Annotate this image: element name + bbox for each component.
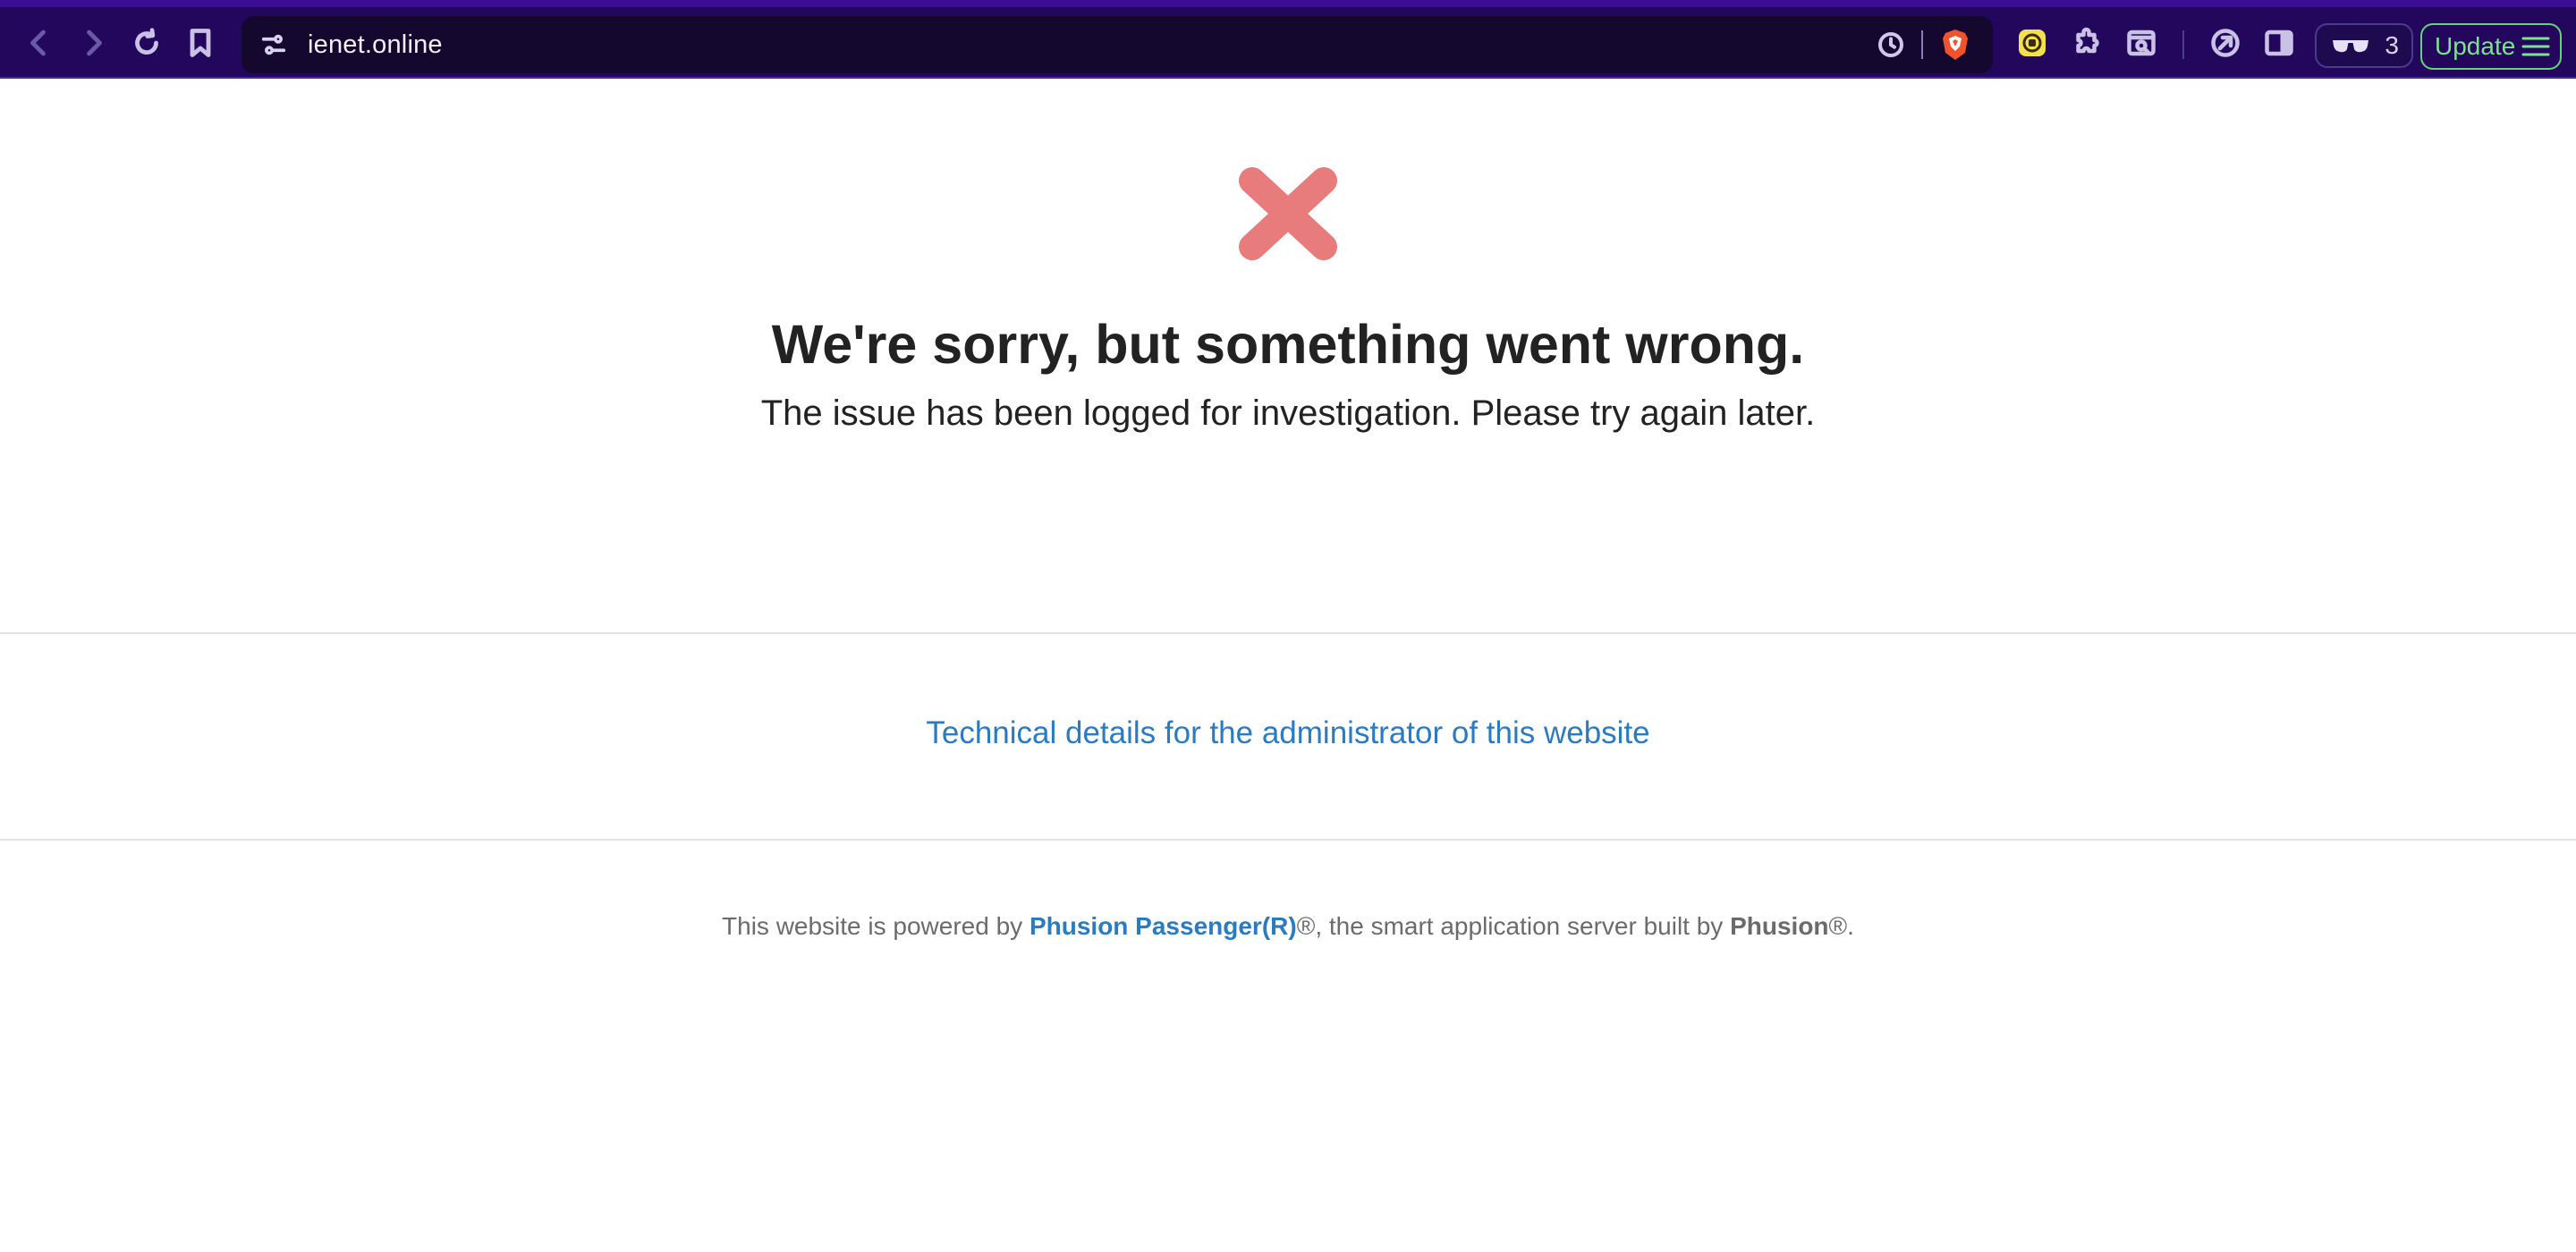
forward-button[interactable]: [70, 20, 116, 66]
brave-shield-icon[interactable]: [1937, 27, 1973, 63]
url-text[interactable]: ienet.online: [308, 30, 443, 60]
error-heading: We're sorry, but something went wrong.: [771, 314, 1805, 375]
footer-suffix: ®.: [1828, 912, 1854, 940]
reload-button[interactable]: [123, 20, 170, 66]
hamburger-menu-icon: [2521, 37, 2550, 56]
divider-bottom: [0, 839, 2576, 841]
update-label: Update: [2435, 32, 2516, 60]
glasses-icon: [2333, 40, 2368, 53]
private-window-count: 3: [2385, 31, 2399, 59]
update-button[interactable]: Update: [2420, 23, 2562, 70]
address-bar[interactable]: ienet.online: [242, 16, 1993, 73]
private-window-badge[interactable]: 3: [2315, 23, 2413, 68]
forward-icon: [87, 30, 102, 56]
footer-prefix: This website is powered by: [722, 912, 1030, 940]
technical-details-link[interactable]: Technical details for the administrator …: [0, 715, 2576, 751]
sidebar-icon[interactable]: [2259, 23, 2299, 63]
history-icon[interactable]: [1873, 27, 1909, 63]
phusion-passenger-link[interactable]: Phusion Passenger(R): [1030, 912, 1297, 940]
back-icon: [30, 30, 46, 56]
rewards-extension-icon[interactable]: [2012, 23, 2052, 63]
leo-ai-icon[interactable]: [2206, 23, 2245, 63]
toolbar-divider: [2182, 30, 2184, 59]
site-settings-icon[interactable]: [256, 27, 292, 63]
error-x-icon: [1239, 167, 1337, 260]
tab-search-icon[interactable]: [2122, 23, 2161, 63]
powered-by-footer: This website is powered by Phusion Passe…: [0, 912, 2576, 941]
error-subheading: The issue has been logged for investigat…: [760, 393, 1816, 433]
reload-icon: [135, 28, 158, 55]
phusion-company-name: Phusion: [1730, 912, 1829, 940]
bookmark-icon: [190, 29, 211, 57]
bookmark-button[interactable]: [177, 20, 224, 66]
footer-middle: ®, the smart application server built by: [1296, 912, 1731, 940]
back-button[interactable]: [16, 20, 63, 66]
browser-toolbar: ienet.online 3 Update: [0, 0, 2576, 79]
divider-top: [0, 632, 2576, 634]
extensions-puzzle-icon[interactable]: [2068, 23, 2107, 63]
address-bar-divider: [1921, 30, 1923, 59]
